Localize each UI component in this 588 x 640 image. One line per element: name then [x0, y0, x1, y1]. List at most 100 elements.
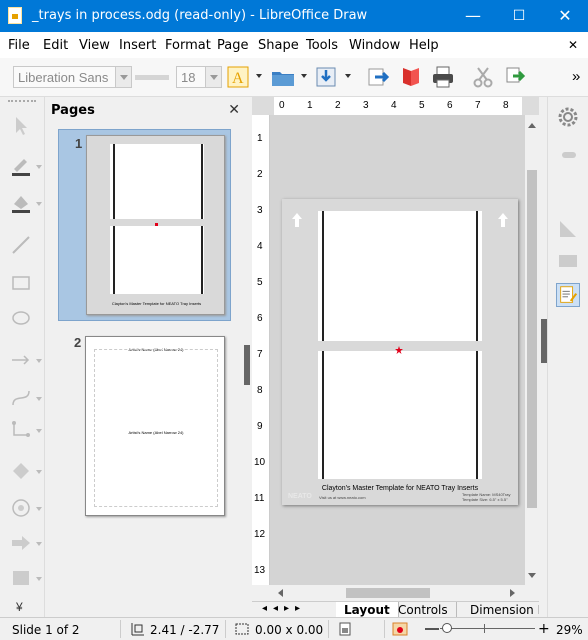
gear-icon[interactable]	[556, 105, 580, 129]
minimize-button[interactable]: —	[450, 0, 496, 32]
scroll-left-icon[interactable]	[274, 589, 283, 597]
vertical-ruler[interactable]: 1 2 3 4 5 6 7 8 9 10 11 12 13	[252, 115, 270, 585]
ruler-label: 7	[257, 349, 263, 360]
scroll-thumb[interactable]	[527, 170, 537, 508]
top-insert-panel[interactable]	[318, 211, 482, 341]
menu-file[interactable]: File	[8, 38, 30, 53]
thumb-top-panel	[110, 144, 204, 219]
scroll-up-icon[interactable]	[528, 119, 536, 128]
chevron-down-icon[interactable]	[115, 67, 131, 87]
symbol-shapes-icon[interactable]	[10, 497, 32, 519]
flowchart-icon[interactable]	[10, 567, 32, 589]
ruler-label: 1	[257, 133, 263, 144]
digital-signature-icon[interactable]	[392, 621, 408, 637]
curve-icon[interactable]	[10, 387, 32, 409]
thumb-line	[113, 226, 115, 294]
scroll-right-icon[interactable]	[510, 589, 519, 597]
ellipse-icon[interactable]	[10, 307, 32, 329]
chevron-down-icon[interactable]	[256, 74, 262, 81]
page-thumbnail-2[interactable]: Artist's Name (Abel Narrow 24) Artist's …	[85, 336, 225, 516]
menu-edit[interactable]: Edit	[43, 38, 68, 53]
fontwork-icon[interactable]: A	[226, 65, 250, 89]
thumb-crop-guides	[94, 349, 218, 507]
zoom-slider-track[interactable]	[440, 628, 535, 629]
page-thumbnail-1[interactable]: 1 Clayton's Master Template for NEATO Tr…	[58, 129, 231, 321]
connector-icon[interactable]	[10, 419, 32, 441]
save-download-icon[interactable]	[314, 65, 338, 89]
menu-page[interactable]: Page	[217, 38, 248, 53]
cut-icon[interactable]	[471, 65, 495, 89]
toolbar-grip[interactable]	[8, 100, 36, 103]
font-size-combo[interactable]: 18	[176, 66, 222, 88]
footer-website: Visit us at www.neato.com	[319, 495, 366, 500]
open-folder-icon[interactable]	[270, 65, 296, 89]
ruler-label: 4	[257, 241, 263, 252]
chevron-down-icon[interactable]	[345, 74, 351, 81]
copy-icon[interactable]	[503, 65, 527, 89]
line-tool-icon[interactable]	[10, 234, 32, 256]
gallery-icon[interactable]	[556, 249, 580, 273]
menu-shape[interactable]: Shape	[258, 38, 299, 53]
chevron-down-icon[interactable]	[36, 542, 42, 549]
fill-color-icon[interactable]	[10, 192, 32, 214]
menu-help[interactable]: Help	[409, 38, 439, 53]
menu-window[interactable]: Window	[349, 38, 400, 53]
maximize-button[interactable]: ☐	[496, 0, 542, 32]
line-width-preview[interactable]	[135, 75, 169, 80]
zoom-level[interactable]: 29%	[556, 623, 583, 637]
print-icon[interactable]	[431, 65, 455, 89]
zoom-out-icon[interactable]	[425, 628, 439, 630]
rectangle-icon[interactable]	[10, 272, 32, 294]
scroll-thumb[interactable]	[346, 588, 430, 598]
toolbar-overflow-icon[interactable]: »	[572, 68, 580, 85]
tab-nav-arrows[interactable]: ◂◂▸▸	[262, 603, 306, 614]
export-icon[interactable]	[367, 65, 391, 89]
zoom-in-icon[interactable]: +	[538, 621, 550, 637]
chevron-down-icon[interactable]	[301, 74, 307, 81]
font-name-combo[interactable]: Liberation Sans	[13, 66, 132, 88]
menu-view[interactable]: View	[79, 38, 110, 53]
pages-panel-title: Pages	[51, 103, 95, 118]
basic-shapes-icon[interactable]	[10, 460, 32, 482]
chevron-down-icon[interactable]	[205, 67, 221, 87]
drawing-canvas[interactable]: Jewel Case Insert Clayton's Master Templ…	[270, 115, 525, 585]
lines-arrows-icon[interactable]	[10, 349, 32, 371]
close-pages-panel-icon[interactable]: ✕	[228, 101, 240, 118]
zoom-slider-thumb[interactable]	[442, 623, 452, 633]
export-pdf-icon[interactable]	[399, 65, 423, 89]
collapse-handle[interactable]	[244, 345, 250, 385]
thumb-line	[201, 226, 203, 294]
close-document-icon[interactable]: ✕	[568, 38, 578, 52]
chevron-down-icon[interactable]	[36, 397, 42, 404]
horizontal-ruler[interactable]: 0 1 2 3 4 5 6 7 8	[252, 97, 539, 115]
horizontal-scrollbar[interactable]	[270, 585, 525, 601]
chevron-down-icon[interactable]	[36, 470, 42, 477]
tab-controls[interactable]: Controls	[390, 602, 457, 618]
styles-icon[interactable]	[556, 217, 580, 241]
chevron-down-icon[interactable]	[36, 165, 42, 172]
chevron-down-icon[interactable]	[36, 202, 42, 209]
drawing-page[interactable]: Jewel Case Insert Clayton's Master Templ…	[282, 199, 518, 505]
pages-panel: Pages ✕ 1 Clayton's Master Template for …	[45, 97, 246, 617]
panel-splitter[interactable]	[244, 97, 252, 617]
scroll-down-icon[interactable]	[528, 573, 536, 582]
menu-tools[interactable]: Tools	[306, 38, 338, 53]
close-window-button[interactable]: ✕	[542, 0, 588, 32]
menu-insert[interactable]: Insert	[119, 38, 156, 53]
navigator-icon[interactable]	[556, 283, 580, 307]
block-arrows-icon[interactable]	[10, 532, 32, 554]
chevron-down-icon[interactable]	[36, 429, 42, 436]
sidebar-splitter[interactable]	[539, 97, 547, 617]
select-arrow-icon[interactable]	[10, 115, 32, 137]
bottom-insert-panel[interactable]	[318, 351, 482, 479]
document-modified-icon[interactable]	[338, 622, 352, 636]
ruler-label: 2	[335, 100, 341, 111]
chevron-down-icon[interactable]	[36, 359, 42, 366]
chevron-down-icon[interactable]	[36, 577, 42, 584]
vertical-scrollbar[interactable]	[525, 115, 539, 585]
more-tools-icon[interactable]: ¥	[16, 600, 23, 614]
chevron-down-icon[interactable]	[36, 507, 42, 514]
menu-format[interactable]: Format	[165, 38, 211, 53]
line-color-icon[interactable]	[10, 155, 32, 177]
properties-toggle-icon[interactable]	[556, 143, 580, 167]
